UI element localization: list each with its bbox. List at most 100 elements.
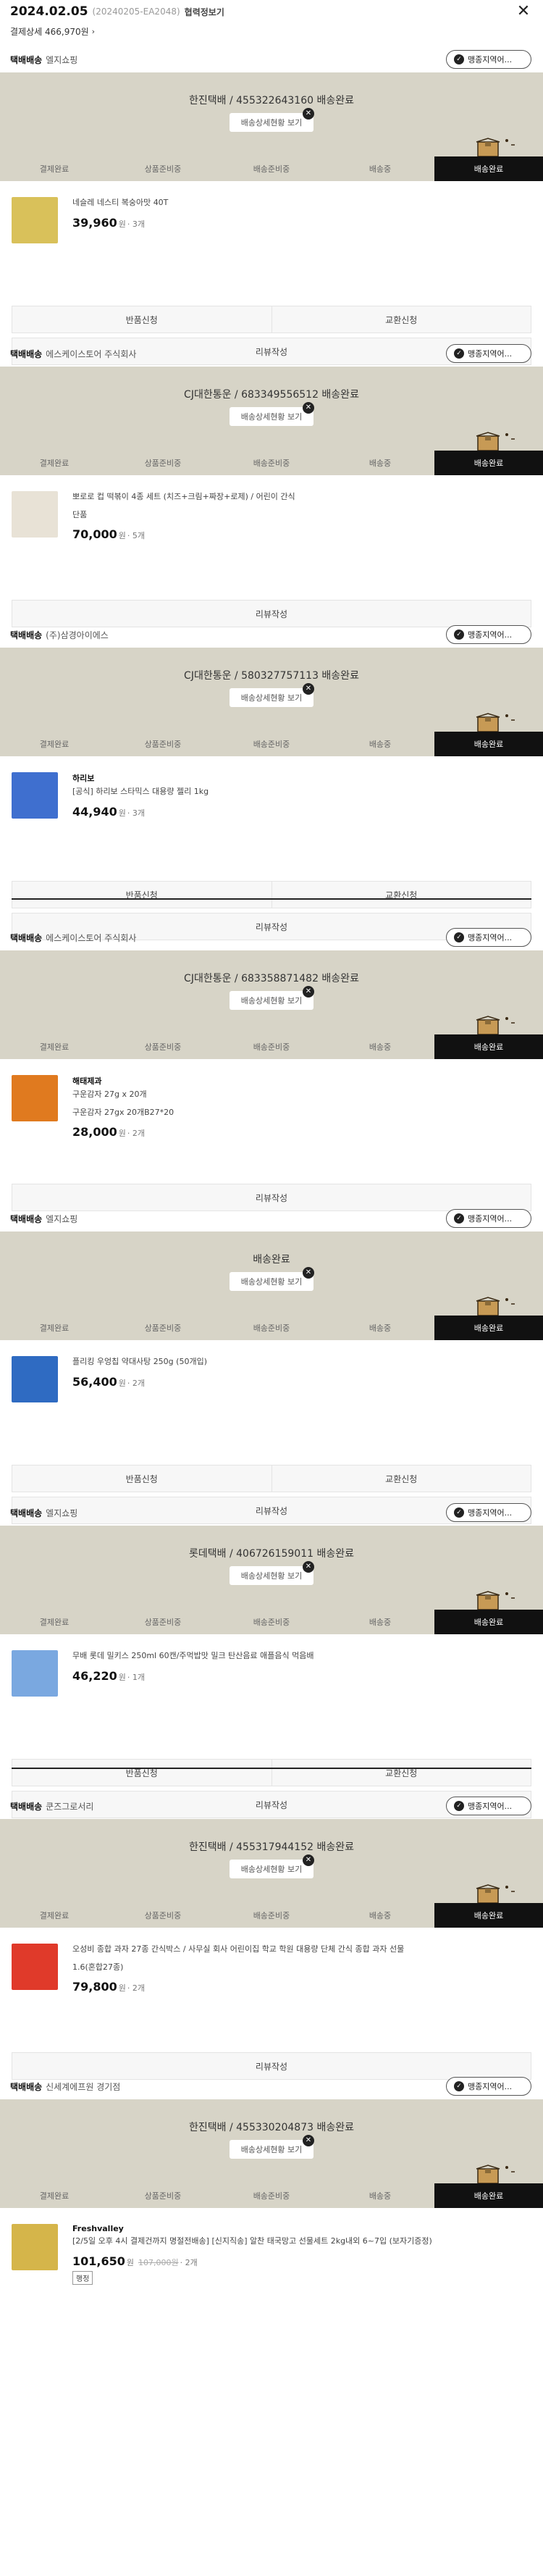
action-row: 반품신청 교환신청 (12, 306, 531, 333)
tracking-detail-button[interactable]: 배송상세현황 보기 (230, 1272, 313, 1291)
brand-button[interactable]: ✓ 맹종지역어... (446, 344, 531, 363)
shipping-type: 택배배송 (10, 2081, 43, 2092)
close-tooltip-icon[interactable]: ✕ (303, 1561, 314, 1573)
step-3: 배송준비중 (253, 459, 290, 468)
product-info: 네슬레 네스티 복숭아맛 40T 39,960 원 · 3개 (72, 197, 531, 230)
product-item[interactable]: 하리보 [공식] 하리보 스타믹스 대용량 젤리 1kg 44,940 원 · … (0, 756, 543, 865)
product-quantity: · 3개 (127, 808, 145, 818)
step-1: 결제완료 (39, 1323, 70, 1333)
product-item[interactable]: 네슬레 네스티 복숭아맛 40T 39,960 원 · 3개 (0, 181, 543, 290)
price-unit: 원 (118, 1983, 126, 1993)
exchange-request-button[interactable]: 교환신청 (271, 1760, 531, 1786)
brand-button[interactable]: ✓ 맹종지역어... (446, 50, 531, 69)
delivery-box-icon (476, 1884, 515, 1903)
exchange-request-button[interactable]: 교환신청 (271, 882, 531, 908)
step-1: 결제완료 (39, 164, 70, 174)
product-thumbnail[interactable] (12, 1075, 58, 1121)
close-tooltip-icon[interactable]: ✕ (303, 1267, 314, 1279)
tracking-detail-button[interactable]: 배송상세현황 보기 (230, 1860, 313, 1878)
delivery-box-icon (476, 2165, 515, 2183)
product-item[interactable]: 뽀로로 컵 떡볶이 4종 세트 (치즈+크림+짜장+로제) / 어린이 간식 단… (0, 475, 543, 584)
delivery-box-icon (476, 1591, 515, 1610)
payment-detail-link[interactable]: 결제상세 466,970원 › (0, 23, 543, 39)
return-request-button[interactable]: 반품신청 (12, 306, 272, 333)
product-thumbnail[interactable] (12, 1944, 58, 1990)
product-item[interactable]: 해태제과 구운감자 27g x 20개 구운감자 27gx 20개B27*20 … (0, 1059, 543, 1168)
close-tooltip-icon[interactable]: ✕ (303, 986, 314, 998)
tracking-detail-button[interactable]: 배송상세현황 보기 (230, 991, 313, 1010)
product-price: 56,400 (72, 1375, 117, 1389)
seller-name: (주)삼경아이에스 (46, 630, 109, 640)
return-request-button[interactable]: 반품신청 (12, 882, 272, 908)
product-name[interactable]: 플리킹 우엉칩 약대사탕 250g (50개입) (72, 1356, 531, 1368)
carrier-tracking-text: CJ대한통운 / 683358871482 배송완료 (184, 973, 359, 984)
close-tooltip-icon[interactable]: ✕ (303, 108, 314, 120)
close-tooltip-icon[interactable]: ✕ (303, 1854, 314, 1866)
tracking-detail-button[interactable]: 배송상세현황 보기 (230, 407, 313, 426)
delivery-status-area: CJ대한통운 / 683349556512 배송완료 배송상세현황 보기 ✕ 결… (0, 367, 543, 475)
product-quantity: · 2개 (127, 1983, 145, 1993)
step-1: 결제완료 (39, 1618, 70, 1627)
product-thumbnail[interactable] (12, 197, 58, 243)
product-price-row: 44,940 원 · 3개 (72, 805, 531, 819)
close-tooltip-icon[interactable]: ✕ (303, 402, 314, 414)
shipping-type: 택배배송 (10, 1213, 43, 1224)
brand-button[interactable]: ✓ 맹종지역어... (446, 1797, 531, 1815)
brand-button[interactable]: ✓ 맹종지역어... (446, 1209, 531, 1228)
product-name[interactable]: 네슬레 네스티 복숭아맛 40T (72, 197, 531, 209)
product-item[interactable]: 플리킹 우엉칩 약대사탕 250g (50개입) 56,400 원 · 2개 (0, 1340, 543, 1449)
check-icon: ✓ (454, 2081, 464, 2091)
shipment-section: 택배배송 (주)삼경아이에스 ✓ 맹종지역어... CJ대한통운 / 58032… (0, 622, 543, 940)
progress-steps: 결제완료 상품준비중 배송준비중 배송중 배송완료 (0, 732, 543, 756)
product-name[interactable]: 무배 롯데 밀키스 250ml 60캔/주먹밥맛 밀크 탄산음료 애플음식 먹음… (72, 1650, 531, 1662)
product-thumbnail[interactable] (12, 491, 58, 538)
close-tooltip-icon[interactable]: ✕ (303, 2135, 314, 2146)
step-4: 배송중 (369, 459, 392, 468)
product-name[interactable]: [2/5일 오후 4시 결제건까지 명절전배송] [신지직송] 알찬 태국망고 … (72, 2236, 531, 2247)
tracking-detail-button[interactable]: 배송상세현황 보기 (230, 113, 313, 132)
exchange-request-button[interactable]: 교환신청 (271, 1465, 531, 1492)
exchange-request-button[interactable]: 교환신청 (271, 306, 531, 333)
delivery-box-icon (476, 138, 515, 156)
step-5: 배송완료 (434, 1610, 543, 1634)
price-unit: 원 (118, 1673, 126, 1682)
brand-button[interactable]: ✓ 맹종지역어... (446, 2077, 531, 2096)
progress-steps: 결제완료 상품준비중 배송준비중 배송중 배송완료 (0, 1903, 543, 1928)
tracking-detail-button[interactable]: 배송상세현황 보기 (230, 1566, 313, 1585)
step-2: 상품준비중 (144, 740, 182, 749)
tracking-detail-button[interactable]: 배송상세현황 보기 (230, 688, 313, 707)
product-thumbnail[interactable] (12, 1356, 58, 1402)
return-request-button[interactable]: 반품신청 (12, 1760, 272, 1786)
cert-link[interactable]: 협력정보기 (185, 6, 224, 18)
delivery-status-area: 한진택배 / 455317944152 배송완료 배송상세현황 보기 ✕ 결제완… (0, 1819, 543, 1928)
step-1: 결제완료 (39, 740, 70, 749)
product-quantity: · 1개 (127, 1673, 145, 1682)
close-icon[interactable]: ✕ (515, 4, 531, 20)
carrier-tracking-text: 한진택배 / 455322643160 배송완료 (189, 95, 354, 106)
step-5: 배송완료 (434, 156, 543, 181)
close-tooltip-icon[interactable]: ✕ (303, 683, 314, 695)
step-2: 상품준비중 (144, 1911, 182, 1920)
product-name[interactable]: 오성비 종합 과자 27종 간식박스 / 사무실 회사 어린이집 학교 학원 대… (72, 1944, 531, 1955)
section-divider (12, 898, 531, 900)
product-name[interactable]: 구운감자 27g x 20개 (72, 1089, 531, 1100)
product-name[interactable]: 뽀로로 컵 떡볶이 4종 세트 (치즈+크림+짜장+로제) / 어린이 간식 (72, 491, 531, 503)
brand-button[interactable]: ✓ 맹종지역어... (446, 625, 531, 644)
seller-name: 엘지쇼핑 (46, 54, 78, 65)
brand-button[interactable]: ✓ 맹종지역어... (446, 928, 531, 947)
brand-button[interactable]: ✓ 맹종지역어... (446, 1503, 531, 1522)
step-1: 결제완료 (39, 2191, 70, 2201)
product-item[interactable]: 무배 롯데 밀키스 250ml 60캔/주먹밥맛 밀크 탄산음료 애플음식 먹음… (0, 1634, 543, 1743)
product-item[interactable]: Freshvalley [2/5일 오후 4시 결제건까지 명절전배송] [신지… (0, 2208, 543, 2317)
tracking-detail-button[interactable]: 배송상세현황 보기 (230, 2140, 313, 2159)
shipment-section: 택배배송 쿤즈그로서리 ✓ 맹종지역어... 한진택배 / 4553179441… (0, 1793, 543, 2080)
product-thumbnail[interactable] (12, 772, 58, 819)
product-price: 101,650 (72, 2254, 125, 2268)
product-item[interactable]: 오성비 종합 과자 27종 간식박스 / 사무실 회사 어린이집 학교 학원 대… (0, 1928, 543, 2036)
product-thumbnail[interactable] (12, 1650, 58, 1697)
check-icon: ✓ (454, 348, 464, 359)
check-icon: ✓ (454, 1507, 464, 1518)
product-name[interactable]: [공식] 하리보 스타믹스 대용량 젤리 1kg (72, 786, 531, 798)
product-thumbnail[interactable] (12, 2224, 58, 2270)
return-request-button[interactable]: 반품신청 (12, 1465, 272, 1492)
